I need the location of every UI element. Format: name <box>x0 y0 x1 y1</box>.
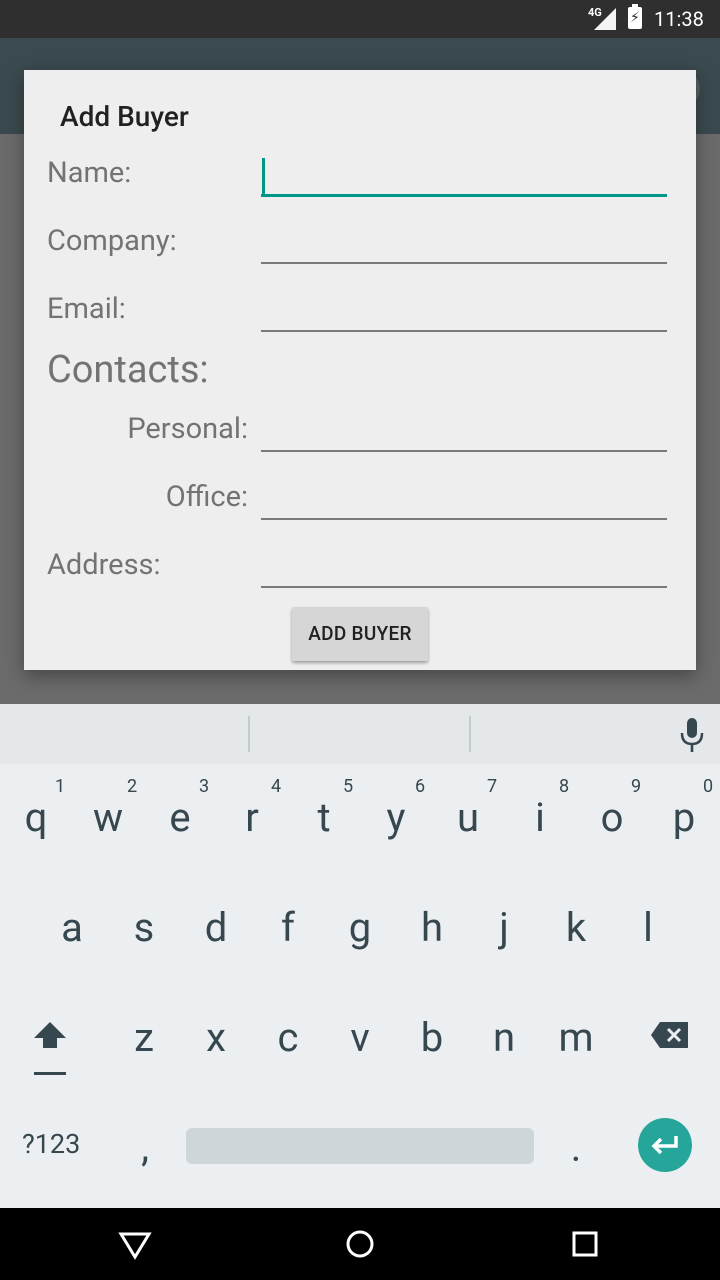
office-label: Office: <box>165 480 248 514</box>
comma-key[interactable]: , <box>115 1128 175 1168</box>
key-hint: 2 <box>126 776 138 797</box>
key-i[interactable]: i <box>510 798 570 838</box>
key-t[interactable]: t <box>294 798 354 838</box>
key-k[interactable]: k <box>546 908 606 948</box>
name-label: Name: <box>47 156 132 190</box>
address-label: Address: <box>47 548 161 582</box>
company-field[interactable] <box>261 222 667 264</box>
address-field[interactable] <box>261 546 667 588</box>
suggestion-divider <box>469 716 471 752</box>
navigation-bar <box>0 1208 720 1280</box>
email-field[interactable] <box>261 290 667 332</box>
key-z[interactable]: z <box>114 1018 174 1058</box>
key-q[interactable]: q <box>6 798 66 838</box>
email-label: Email: <box>47 292 126 326</box>
space-key[interactable] <box>186 1128 534 1164</box>
key-hint: 4 <box>270 776 282 797</box>
shift-icon[interactable] <box>30 1020 70 1054</box>
name-field[interactable] <box>261 154 667 197</box>
status-bar: 4G ⚡ 11:38 <box>0 0 720 38</box>
microphone-icon[interactable] <box>678 716 706 756</box>
signal-icon <box>594 8 616 30</box>
key-c[interactable]: c <box>258 1018 318 1058</box>
key-hint: 6 <box>414 776 426 797</box>
battery-charging-icon: ⚡ <box>628 4 642 29</box>
key-r[interactable]: r <box>222 798 282 838</box>
shift-indicator <box>34 1072 66 1075</box>
key-m[interactable]: m <box>546 1018 606 1058</box>
key-a[interactable]: a <box>42 908 102 948</box>
period-key[interactable]: . <box>546 1128 606 1168</box>
key-hint: 7 <box>486 776 498 797</box>
key-v[interactable]: v <box>330 1018 390 1058</box>
personal-label: Personal: <box>127 412 248 446</box>
status-time: 11:38 <box>654 7 704 31</box>
back-icon[interactable] <box>118 1230 152 1260</box>
key-y[interactable]: y <box>366 798 426 838</box>
key-h[interactable]: h <box>402 908 462 948</box>
key-n[interactable]: n <box>474 1018 534 1058</box>
key-j[interactable]: j <box>474 908 534 948</box>
recents-icon[interactable] <box>572 1231 598 1257</box>
backspace-icon[interactable] <box>650 1020 690 1050</box>
suggestion-strip <box>0 704 720 764</box>
company-label: Company: <box>47 224 177 258</box>
key-p[interactable]: p <box>654 798 714 838</box>
enter-icon <box>651 1136 678 1155</box>
key-hint: 8 <box>558 776 570 797</box>
key-x[interactable]: x <box>186 1018 246 1058</box>
key-g[interactable]: g <box>330 908 390 948</box>
dialog-title: Add Buyer <box>60 100 189 133</box>
contacts-heading: Contacts: <box>47 348 209 392</box>
key-d[interactable]: d <box>186 908 246 948</box>
key-u[interactable]: u <box>438 798 498 838</box>
key-f[interactable]: f <box>258 908 318 948</box>
key-hint: 1 <box>54 776 66 797</box>
personal-contact-field[interactable] <box>261 410 667 452</box>
key-w[interactable]: w <box>78 798 138 838</box>
text-cursor <box>262 158 265 194</box>
home-icon[interactable] <box>344 1228 376 1260</box>
key-l[interactable]: l <box>618 908 678 948</box>
key-s[interactable]: s <box>114 908 174 948</box>
suggestion-divider <box>248 716 250 752</box>
key-o[interactable]: o <box>582 798 642 838</box>
enter-key[interactable] <box>638 1118 692 1172</box>
key-e[interactable]: e <box>150 798 210 838</box>
office-contact-field[interactable] <box>261 478 667 520</box>
key-hint: 3 <box>198 776 210 797</box>
key-hint: 5 <box>342 776 354 797</box>
key-b[interactable]: b <box>402 1018 462 1058</box>
key-hint: 0 <box>702 776 714 797</box>
soft-keyboard: q1w2e3r4t5y6u7i8o9p0 asdfghjkl zxcvbnm ?… <box>0 704 720 1208</box>
symbols-key[interactable]: ?123 <box>22 1128 80 1160</box>
add-buyer-dialog: Add Buyer Name: Company: Email: Contacts… <box>24 70 696 670</box>
add-buyer-button[interactable]: ADD BUYER <box>292 607 428 661</box>
key-hint: 9 <box>630 776 642 797</box>
